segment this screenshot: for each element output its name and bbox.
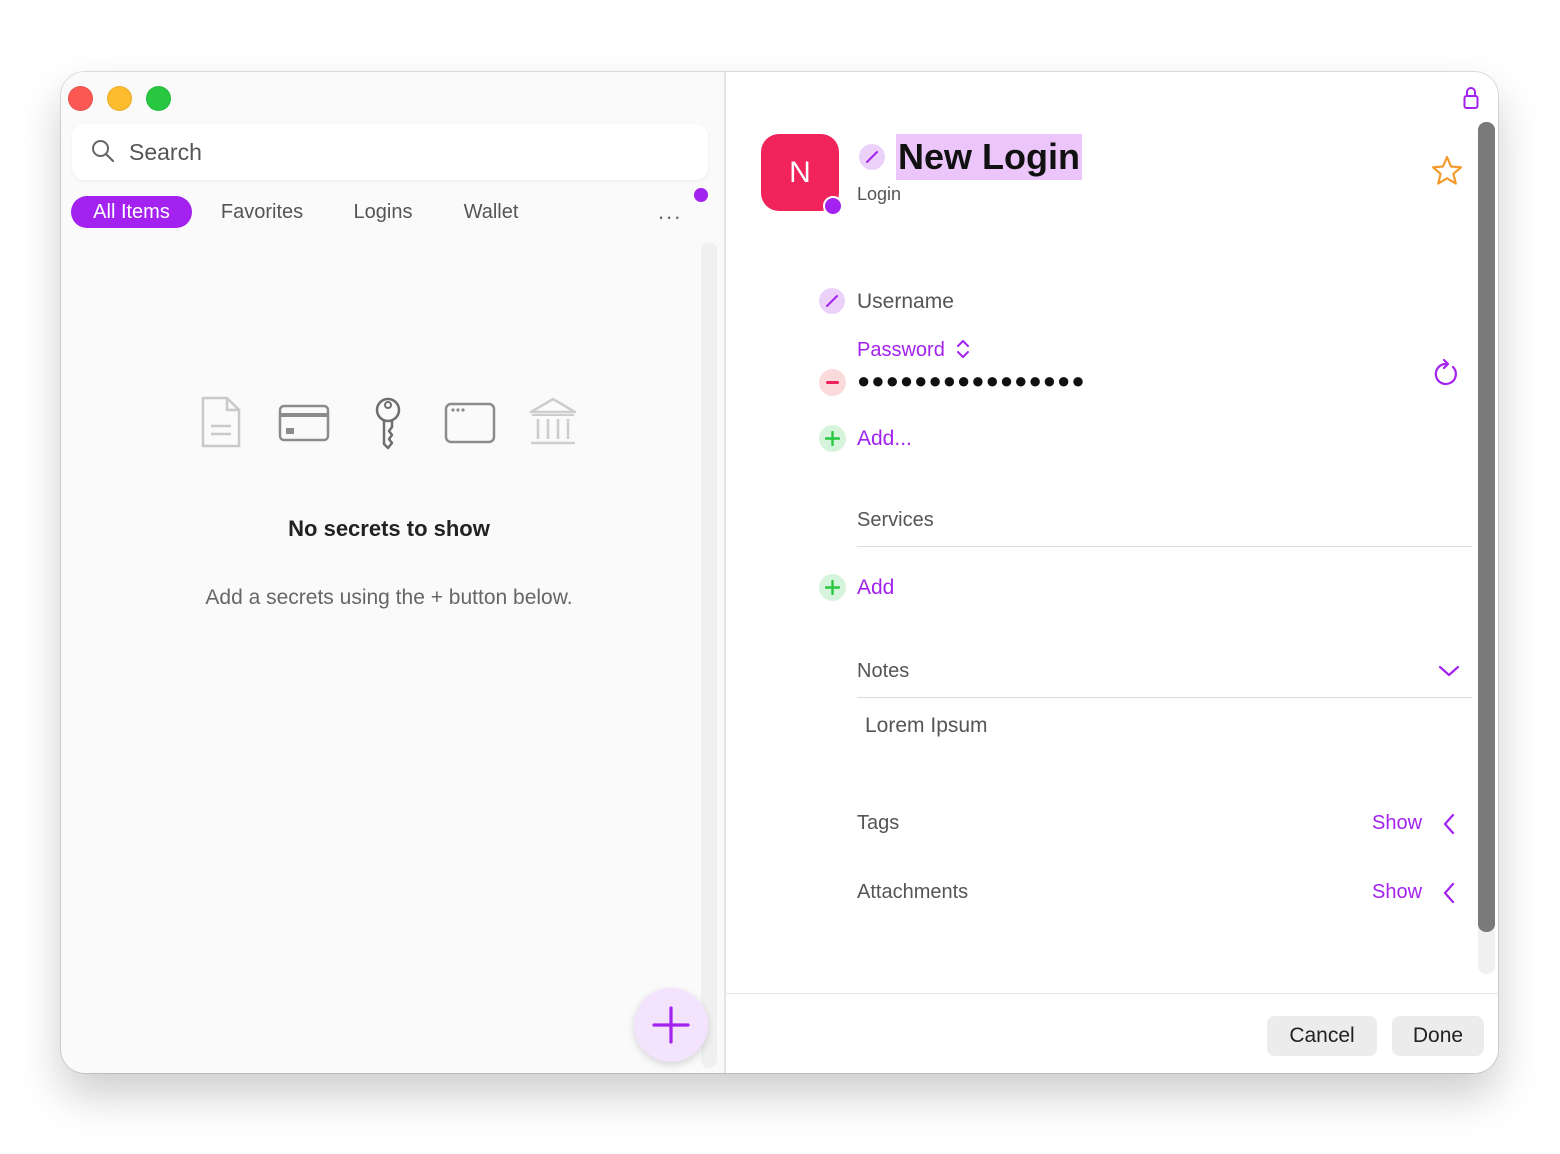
services-label: Services — [857, 509, 934, 531]
tags-show-button[interactable]: Show — [1372, 812, 1422, 835]
bank-icon — [529, 397, 577, 445]
item-title-input[interactable]: New Login — [896, 134, 1082, 180]
item-detail-pane: N New Login Login Username Password ●●●●… — [726, 72, 1498, 1073]
notification-dot — [694, 188, 708, 202]
detail-scrollbar-thumb[interactable] — [1478, 122, 1495, 932]
search-input[interactable]: Search — [72, 124, 708, 180]
edit-title-button[interactable] — [859, 144, 885, 170]
zoom-window-button[interactable] — [146, 86, 171, 111]
done-button[interactable]: Done — [1392, 1016, 1484, 1056]
key-icon — [375, 397, 401, 450]
password-type-selector[interactable]: Password — [857, 338, 970, 362]
minimize-window-button[interactable] — [107, 86, 132, 111]
close-window-button[interactable] — [68, 86, 93, 111]
password-field[interactable]: ●●●●●●●●●●●●●●●● — [857, 368, 1086, 394]
pencil-icon — [826, 295, 838, 307]
detail-scrollbar[interactable] — [1478, 122, 1495, 974]
tab-wallet[interactable]: Wallet — [451, 196, 531, 228]
add-field-button[interactable]: Add... — [857, 427, 912, 451]
username-field[interactable]: Username — [857, 290, 954, 314]
favorite-star-icon[interactable] — [1430, 154, 1464, 188]
add-item-button[interactable] — [634, 988, 708, 1062]
chevron-left-icon[interactable] — [1442, 813, 1456, 835]
footer-separator — [726, 993, 1498, 994]
pencil-icon — [866, 151, 878, 163]
app-window: Search All Items Favorites Logins Wallet… — [61, 72, 1498, 1073]
services-separator — [857, 546, 1472, 547]
items-list-pane: Search All Items Favorites Logins Wallet… — [61, 72, 724, 1073]
cancel-button[interactable]: Cancel — [1267, 1016, 1377, 1056]
item-type-label: Login — [857, 184, 902, 204]
tab-all-items[interactable]: All Items — [71, 196, 192, 228]
tab-favorites[interactable]: Favorites — [208, 196, 316, 228]
add-service-icon[interactable] — [819, 574, 846, 601]
plus-icon — [825, 431, 840, 446]
search-icon — [92, 140, 115, 163]
empty-state-icons — [196, 396, 586, 456]
document-icon — [201, 396, 241, 448]
more-tabs-button[interactable]: ... — [658, 199, 682, 225]
search-placeholder: Search — [129, 139, 202, 165]
notes-separator — [857, 697, 1472, 698]
attachments-label: Attachments — [857, 881, 969, 903]
chevron-left-icon[interactable] — [1442, 882, 1456, 904]
notes-textarea[interactable]: Lorem Ipsum — [865, 714, 988, 738]
empty-state-subtitle: Add a secrets using the + button below. — [205, 586, 573, 609]
password-label: Password — [857, 339, 945, 361]
credit-card-icon — [278, 404, 330, 442]
lock-icon[interactable] — [1463, 86, 1479, 110]
edit-username-button[interactable] — [819, 288, 845, 314]
add-service-button[interactable]: Add — [857, 576, 894, 600]
remove-password-button[interactable] — [819, 369, 846, 396]
chevron-up-down-icon — [957, 340, 970, 358]
notes-label: Notes — [857, 660, 910, 682]
avatar-edit-badge[interactable] — [823, 196, 843, 216]
browser-window-icon — [444, 402, 496, 444]
plus-icon — [825, 580, 840, 595]
tab-logins[interactable]: Logins — [341, 196, 425, 228]
regenerate-password-icon[interactable] — [1431, 358, 1461, 390]
chevron-down-icon[interactable] — [1438, 664, 1460, 678]
empty-state-title: No secrets to show — [288, 516, 490, 541]
attachments-show-button[interactable]: Show — [1372, 881, 1422, 904]
add-field-icon[interactable] — [819, 425, 846, 452]
plus-icon — [652, 1006, 690, 1044]
items-scrollbar[interactable] — [701, 242, 717, 1068]
tags-label: Tags — [857, 812, 900, 834]
